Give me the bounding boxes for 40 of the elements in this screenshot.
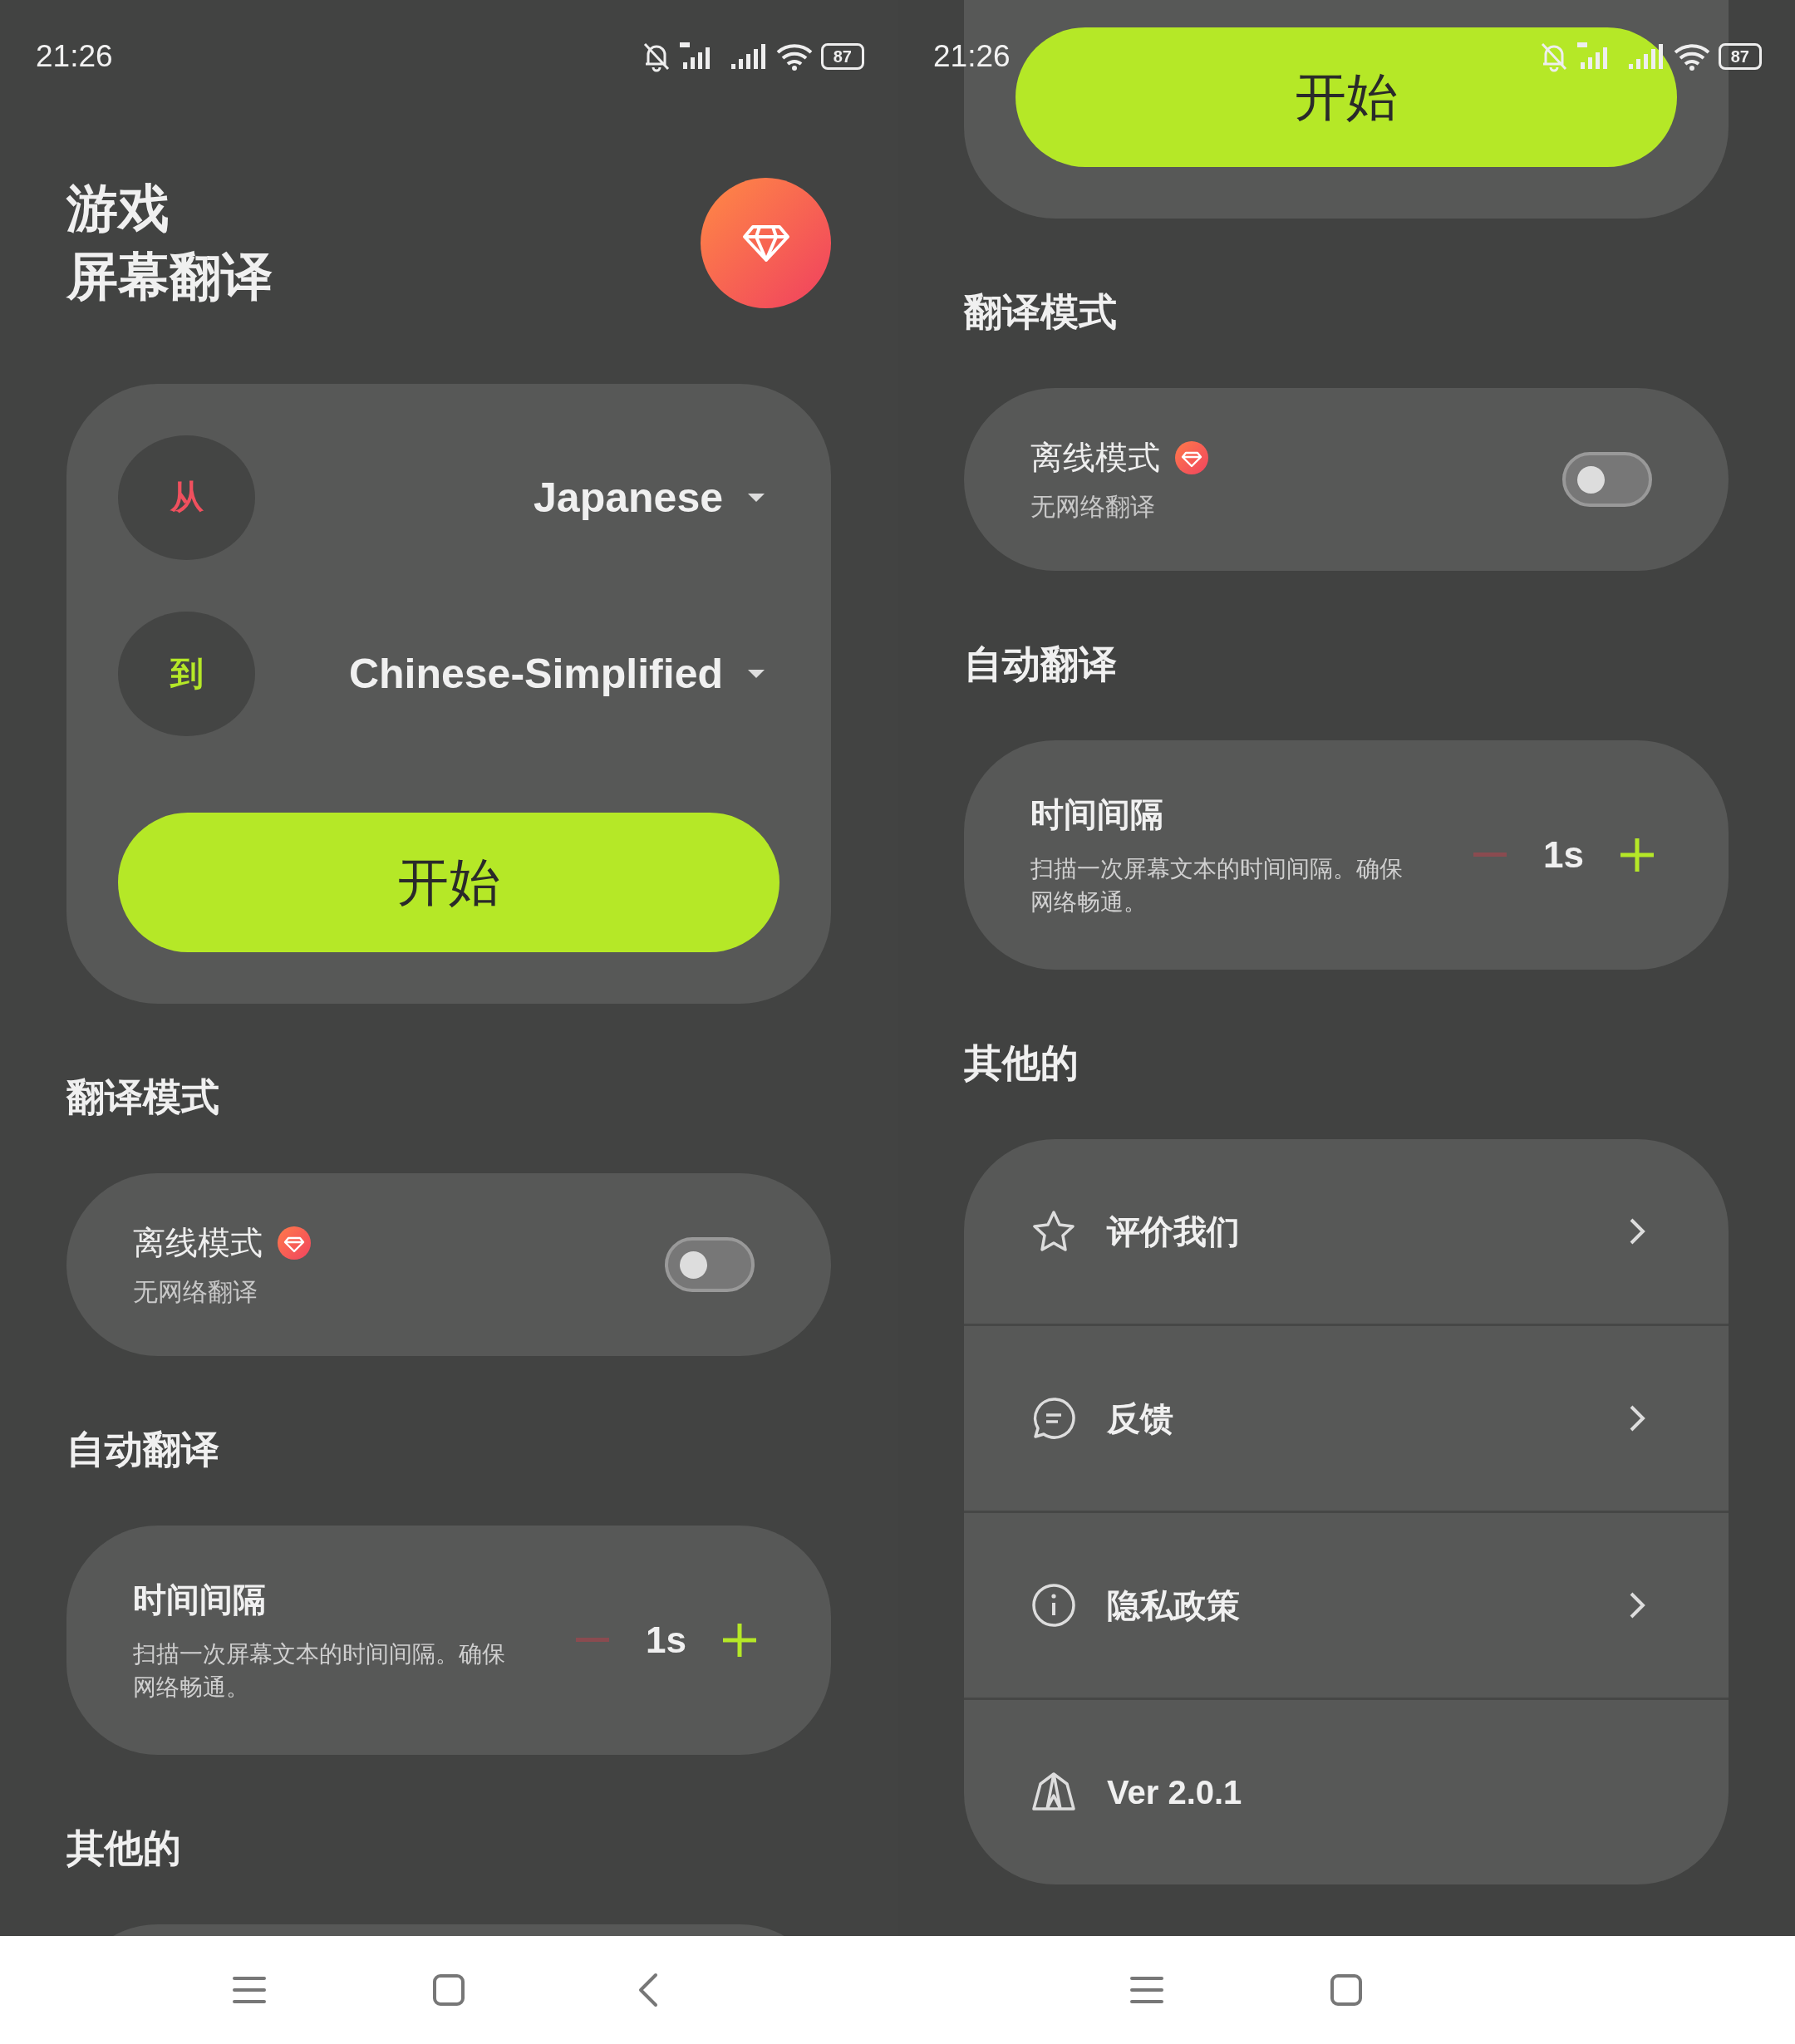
language-dropdown[interactable]: Chinese-Simplified: [348, 649, 779, 698]
setting-subtitle: 无网络翻译: [133, 1276, 258, 1307]
setting-label: 离线模式: [1030, 438, 1160, 477]
setting-label: 离线模式: [133, 1223, 263, 1262]
section-heading: 自动翻译: [66, 1427, 220, 1472]
setting-description: 扫描一次屏幕文本的时间间隔。确保网络畅通。: [1030, 854, 1404, 916]
setting-label: 时间间隔: [133, 1580, 267, 1619]
app-title: 屏幕翻译: [66, 247, 273, 307]
increase-button[interactable]: [1620, 838, 1654, 872]
language-badge: 从: [118, 435, 255, 560]
battery-indicator: 87: [820, 43, 864, 70]
home-icon[interactable]: [1330, 1973, 1363, 2007]
status-time: 21:26: [933, 39, 1011, 74]
section-heading: 自动翻译: [964, 641, 1118, 687]
interval-value: 1s: [1543, 834, 1584, 876]
menu-item[interactable]: 评价我们: [964, 1139, 1729, 1324]
menu-item[interactable]: 隐私政策: [964, 1513, 1729, 1698]
home-icon[interactable]: [432, 1973, 465, 2007]
start-button[interactable]: 开始: [118, 813, 779, 952]
increase-button[interactable]: [723, 1624, 756, 1657]
caret-icon: [746, 667, 766, 680]
setting-subtitle: 无网络翻译: [1030, 491, 1156, 522]
setting-description: 扫描一次屏幕文本的时间间隔。确保网络畅通。: [133, 1639, 506, 1702]
status-time: 21:26: [36, 39, 113, 74]
start-button[interactable]: 开始: [1016, 27, 1677, 167]
back-icon[interactable]: [637, 1973, 659, 2007]
section-heading: 翻译模式: [964, 289, 1118, 335]
section-heading: 翻译模式: [66, 1074, 220, 1120]
menu-item[interactable]: 反馈: [964, 1326, 1729, 1511]
section-heading: 其他的: [964, 1040, 1079, 1086]
language-badge: 到: [118, 611, 255, 736]
setting-label: 时间间隔: [1030, 794, 1164, 834]
info-icon: [1030, 1582, 1077, 1629]
app-title: 游戏: [66, 179, 170, 238]
menu-item[interactable]: Ver 2.0.1: [964, 1700, 1729, 1884]
language-dropdown[interactable]: Japanese: [534, 473, 779, 522]
section-heading: 其他的: [66, 1825, 182, 1871]
caret-icon: [746, 491, 766, 504]
interval-value: 1s: [646, 1619, 686, 1661]
star-icon: [1030, 1209, 1077, 1254]
